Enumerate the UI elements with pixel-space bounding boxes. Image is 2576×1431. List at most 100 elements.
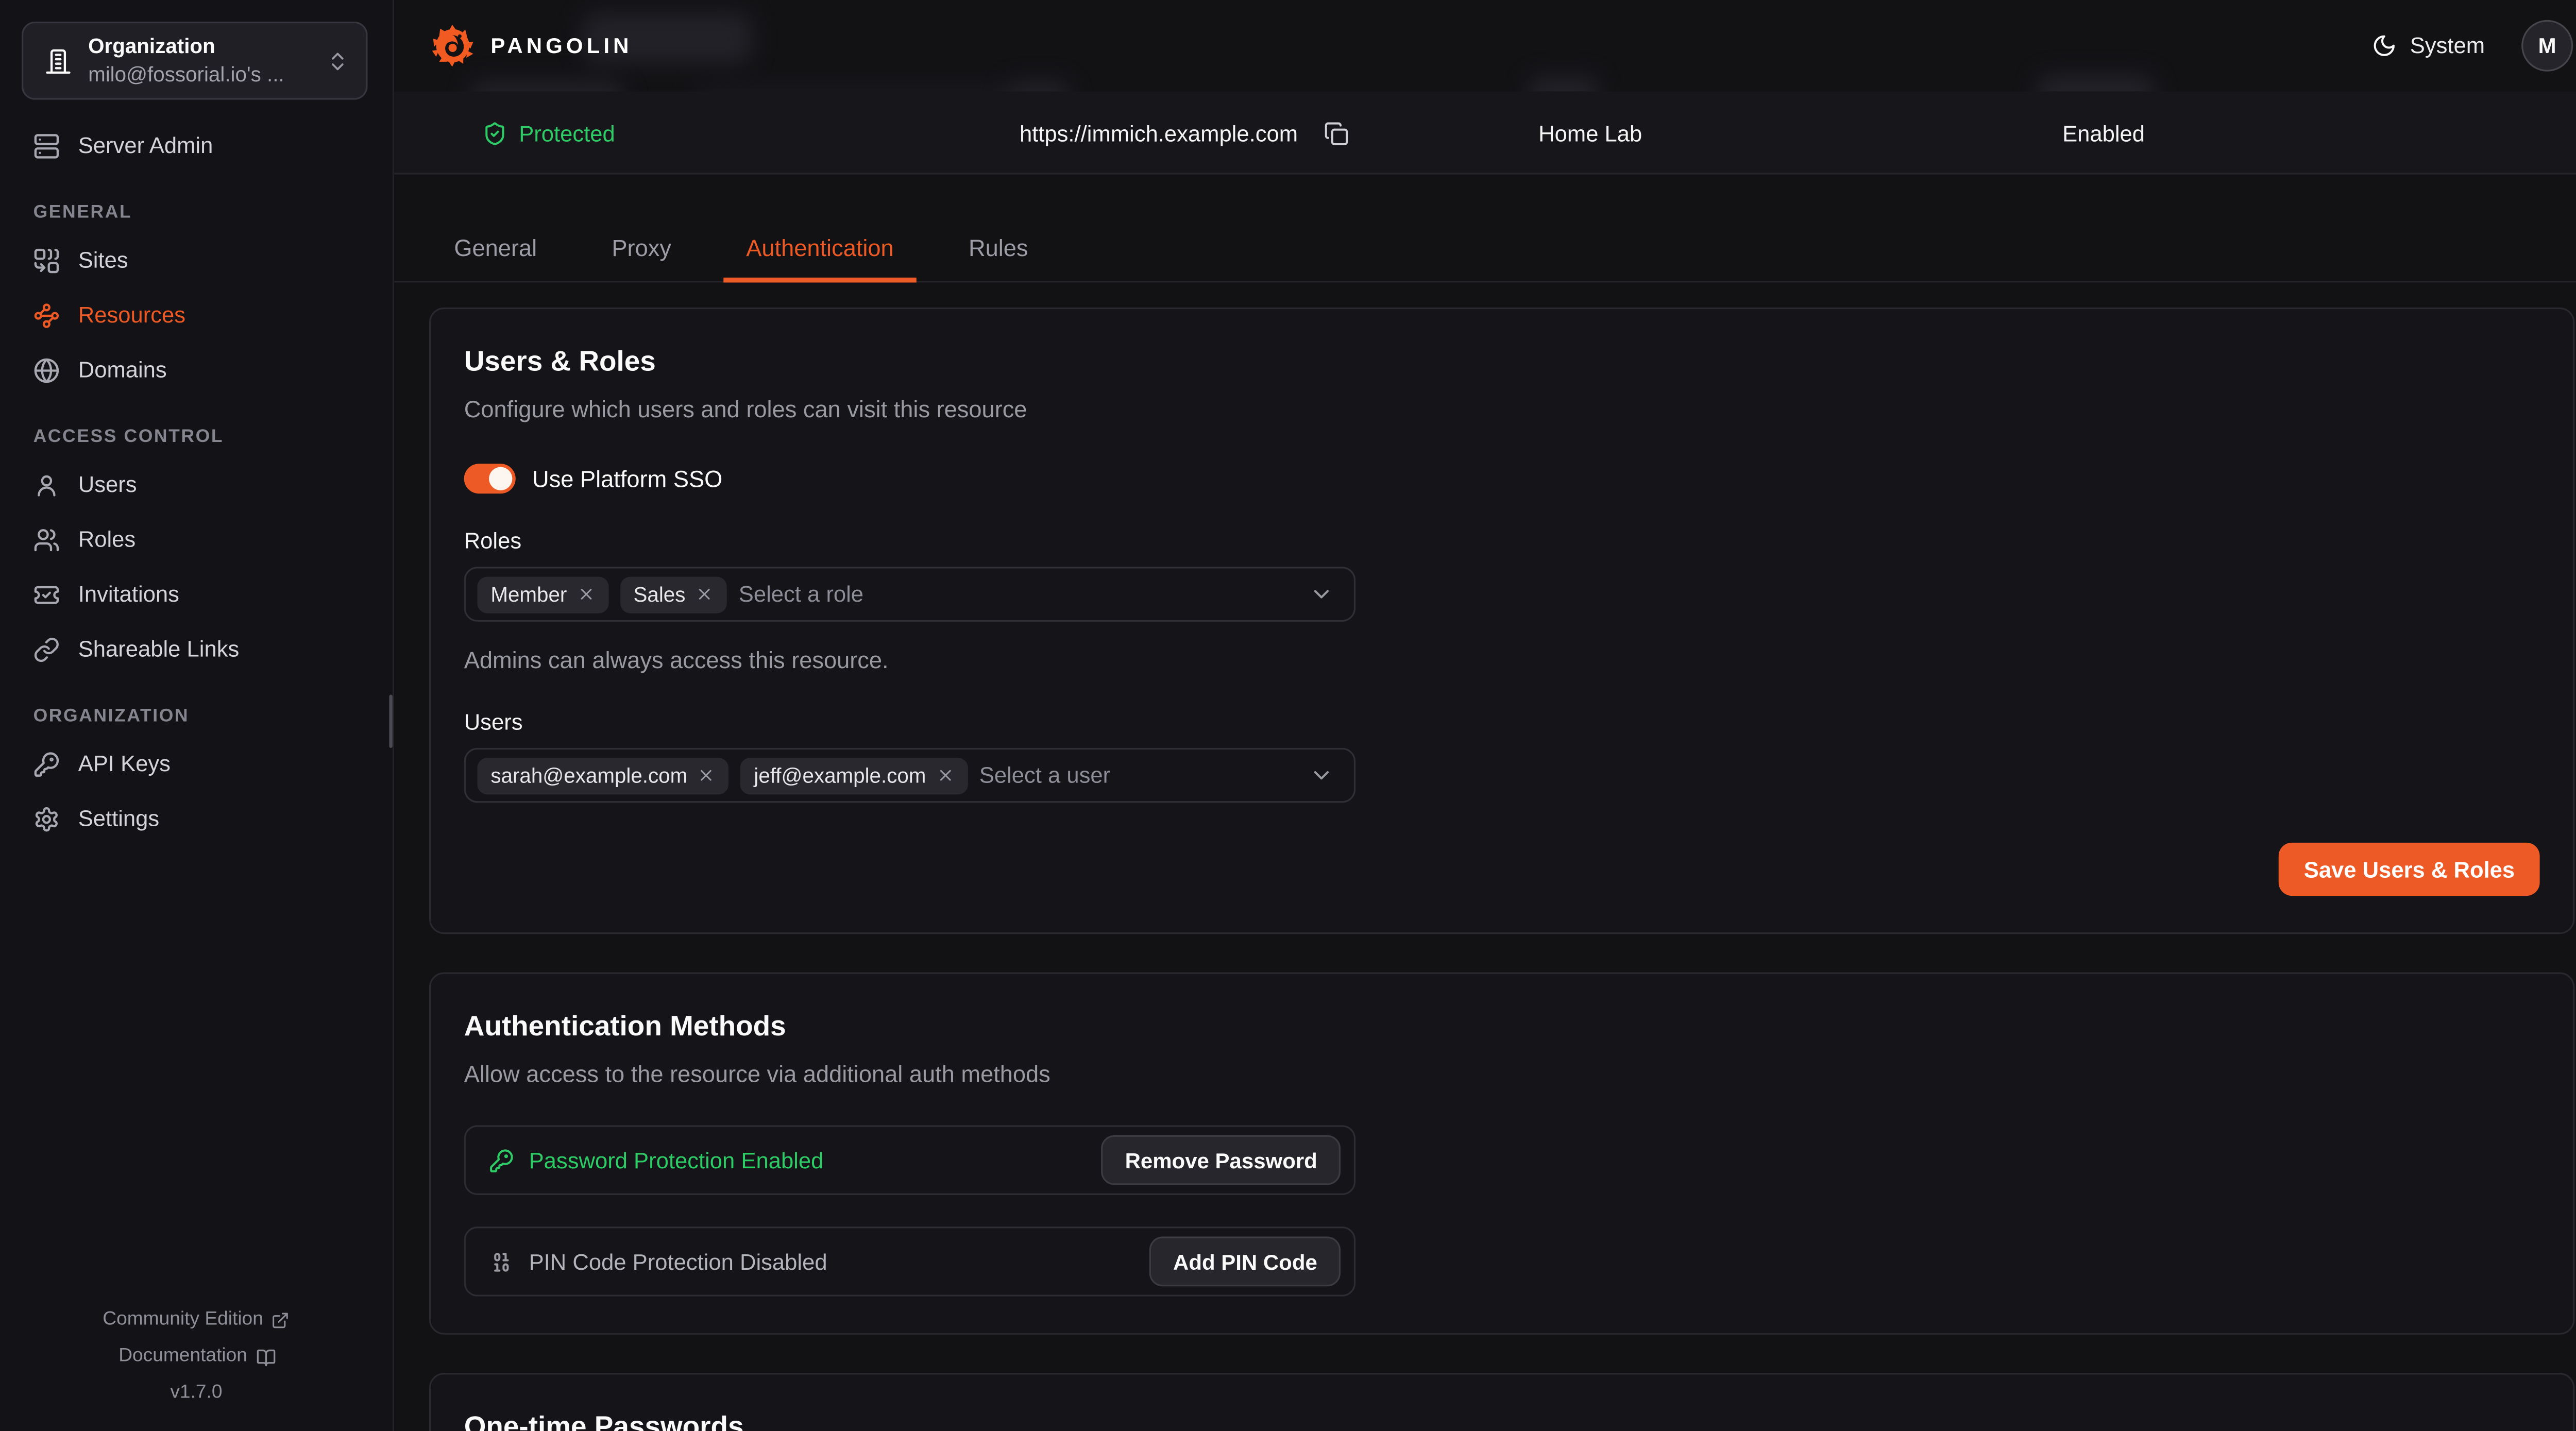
theme-label: System — [2410, 33, 2485, 58]
pangolin-brand[interactable]: PANGOLIN — [429, 22, 633, 70]
brand-name: PANGOLIN — [490, 33, 632, 58]
sidebar-item-shareable-links[interactable]: Shareable Links — [23, 622, 369, 676]
documentation-label: Documentation — [118, 1338, 247, 1374]
sidebar-section-organization: ORGANIZATION — [23, 700, 369, 733]
link-icon — [33, 636, 60, 662]
key-round-icon — [489, 1148, 514, 1172]
admins-note: Admins can always access this resource. — [464, 645, 2540, 675]
sidebar-item-label: Server Admin — [78, 133, 213, 158]
copy-icon[interactable] — [1325, 121, 1349, 145]
card-title: Authentication Methods — [464, 1009, 2540, 1045]
sidebar-item-settings[interactable]: Settings — [23, 791, 369, 846]
card-actions: Save Users & Roles — [464, 843, 2540, 896]
gear-icon — [33, 805, 60, 832]
tab-general[interactable]: General — [431, 216, 560, 282]
roles-placeholder: Select a role — [739, 582, 1297, 606]
theme-toggle[interactable]: System — [2372, 33, 2485, 58]
version-label: v1.7.0 — [0, 1374, 393, 1411]
sidebar-item-domains[interactable]: Domains — [23, 343, 369, 397]
resource-sso-status: Enabled — [2062, 91, 2145, 174]
org-switcher[interactable]: Organization milo@fossorial.io's ... — [22, 22, 367, 100]
pin-protection-row: PIN Code Protection Disabled Add PIN Cod… — [464, 1226, 1355, 1297]
sidebar-item-label: Invitations — [78, 582, 179, 606]
sidebar-item-users[interactable]: Users — [23, 457, 369, 512]
org-switcher-value: milo@fossorial.io's ... — [88, 62, 326, 87]
user-avatar[interactable]: M — [2521, 20, 2573, 72]
otp-card: One-time Passwords Require email-based a… — [429, 1373, 2575, 1431]
role-chip: Member — [478, 576, 609, 612]
sidebar-item-invitations[interactable]: Invitations — [23, 567, 369, 621]
add-pin-code-button[interactable]: Add PIN Code — [1150, 1237, 1341, 1287]
user-chip: sarah@example.com — [478, 757, 729, 794]
card-subtitle: Configure which users and roles can visi… — [464, 394, 2540, 424]
sso-toggle-row: Use Platform SSO — [464, 464, 2540, 493]
roles-multiselect[interactable]: Member Sales Select a role — [464, 567, 1355, 621]
sidebar-footer: Community Edition Documentation v1.7.0 — [0, 1301, 393, 1411]
pangolin-logo-icon — [429, 22, 478, 70]
chip-remove-icon[interactable] — [698, 766, 716, 784]
chip-remove-icon[interactable] — [936, 766, 955, 784]
card-title: Users & Roles — [464, 344, 2540, 381]
chip-remove-icon[interactable] — [696, 585, 714, 603]
sidebar-nav: Server Admin GENERAL Sites Resources Dom — [0, 118, 393, 846]
binary-icon — [489, 1249, 514, 1274]
sidebar-item-label: Domains — [78, 357, 167, 382]
role-chip: Sales — [620, 576, 727, 612]
shield-check-icon — [482, 121, 507, 145]
sidebar-item-label: Sites — [78, 248, 128, 272]
sidebar-item-server-admin[interactable]: Server Admin — [23, 118, 369, 173]
sidebar-item-label: Resources — [78, 302, 185, 327]
book-open-icon — [256, 1347, 274, 1365]
resource-status-label: Protected — [519, 121, 615, 145]
sidebar-section-access-control: ACCESS CONTROL — [23, 420, 369, 454]
users-multiselect[interactable]: sarah@example.com jeff@example.com Selec… — [464, 748, 1355, 803]
external-link-icon — [272, 1310, 290, 1328]
tab-proxy[interactable]: Proxy — [588, 216, 694, 282]
password-protection-status: Password Protection Enabled — [529, 1148, 1102, 1172]
community-edition-link[interactable]: Community Edition — [103, 1301, 290, 1338]
sidebar-item-roles[interactable]: Roles — [23, 512, 369, 567]
org-switcher-text: Organization milo@fossorial.io's ... — [88, 34, 326, 87]
community-edition-label: Community Edition — [103, 1301, 263, 1338]
remove-password-button[interactable]: Remove Password — [1101, 1135, 1341, 1185]
chip-remove-icon[interactable] — [577, 585, 596, 603]
users-field-label: Users — [464, 708, 2540, 736]
toggle-knob — [489, 467, 512, 490]
sso-toggle-label: Use Platform SSO — [532, 465, 722, 492]
sidebar: Organization milo@fossorial.io's ... Ser… — [0, 0, 394, 1431]
sidebar-item-resources[interactable]: Resources — [23, 287, 369, 342]
users-icon — [33, 526, 60, 553]
combine-icon — [33, 247, 60, 274]
auth-methods-card: Authentication Methods Allow access to t… — [429, 973, 2575, 1335]
waypoints-icon — [33, 302, 60, 329]
key-icon — [33, 751, 60, 777]
user-chip: jeff@example.com — [741, 757, 968, 794]
chevrons-up-down-icon — [326, 49, 349, 72]
chevron-down-icon — [1309, 582, 1334, 606]
documentation-link[interactable]: Documentation — [118, 1338, 274, 1374]
tab-content: Users & Roles Configure which users and … — [394, 283, 2576, 1431]
app-root: Organization milo@fossorial.io's ... Ser… — [0, 0, 2576, 1431]
resource-url-text: https://immich.example.com — [1020, 121, 1298, 145]
org-switcher-label: Organization — [88, 34, 326, 59]
role-chip-label: Sales — [633, 583, 685, 606]
sidebar-item-label: Users — [78, 472, 137, 497]
password-protection-row: Password Protection Enabled Remove Passw… — [464, 1125, 1355, 1195]
resource-tabs: General Proxy Authentication Rules — [394, 216, 2576, 282]
tab-rules[interactable]: Rules — [945, 216, 1052, 282]
role-chip-label: Member — [490, 583, 567, 606]
resource-info-bar: Protected https://immich.example.com Hom… — [394, 91, 2576, 174]
sidebar-item-api-keys[interactable]: API Keys — [23, 736, 369, 791]
sidebar-section-general: GENERAL — [23, 196, 369, 230]
tab-authentication[interactable]: Authentication — [723, 216, 917, 282]
chevron-down-icon — [1309, 763, 1334, 788]
topbar: PANGOLIN System M — [394, 0, 2576, 91]
sidebar-item-label: API Keys — [78, 751, 171, 776]
sidebar-scrollbar-thumb[interactable] — [389, 695, 392, 748]
save-users-roles-button[interactable]: Save Users & Roles — [2279, 843, 2539, 896]
card-subtitle: Allow access to the resource via additio… — [464, 1059, 2540, 1088]
resource-url: https://immich.example.com — [1020, 91, 1349, 174]
use-platform-sso-toggle[interactable] — [464, 464, 516, 493]
sidebar-item-sites[interactable]: Sites — [23, 233, 369, 287]
sidebar-item-label: Shareable Links — [78, 637, 240, 661]
